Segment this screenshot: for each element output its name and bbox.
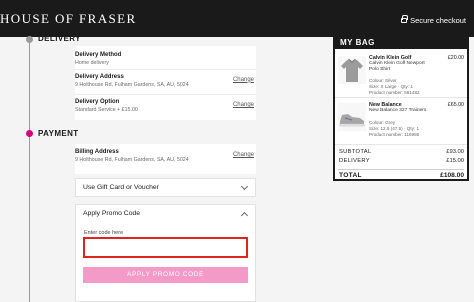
- change-delivery-address-link[interactable]: Change: [233, 77, 254, 83]
- delivery-summary-panel: Delivery Method Home delivery Delivery A…: [75, 46, 256, 120]
- promo-code-label: Apply Promo Code: [83, 210, 141, 217]
- lock-icon: [401, 15, 409, 23]
- item-colour: Colour: Silver: [369, 78, 397, 83]
- delivery-method-value: Home delivery: [75, 60, 109, 66]
- delivery-method-label: Delivery Method: [75, 52, 122, 58]
- promo-code-input[interactable]: [83, 237, 248, 258]
- billing-address-value: 9 Holthouse Rd, Fulham Gardens, SA, AU, …: [75, 157, 189, 163]
- bag-item: Calvin Klein Golf £20.00 Calvin Klein Go…: [335, 52, 467, 98]
- item-description: Calvin Klein Golf Newport Polo Shirt: [369, 61, 425, 72]
- top-bar: HOUSE OF FRASER Secure checkout: [0, 0, 474, 37]
- total-label: TOTAL: [339, 172, 362, 179]
- delivery-address-value: 9 Holthouse Rd, Fulham Gardens, SA, AU, …: [75, 82, 189, 88]
- subtotal-value: £93.00: [446, 149, 464, 155]
- item-price: £65.00: [447, 102, 464, 108]
- item-product-number: Product number: 116986: [369, 132, 420, 137]
- subtotal-row: SUBTOTAL £93.00: [335, 149, 467, 158]
- bag-item: New Balance £65.00 New Balance 327 Train…: [335, 99, 467, 145]
- item-description: New Balance 327 Trainers: [369, 108, 427, 113]
- my-bag-title: MY BAG: [340, 38, 375, 47]
- my-bag-panel: MY BAG Calvin Klein Golf £20.00 Calvin K…: [333, 34, 469, 181]
- delivery-option-row: Delivery Option Standard Service + £15.0…: [75, 95, 256, 120]
- delivery-option-value: Standard Service + £15.00: [75, 107, 138, 113]
- gift-card-label: Use Gift Card or Voucher: [83, 184, 159, 191]
- promo-code-body: Enter code here APPLY PROMO CODE: [75, 223, 256, 302]
- delivery-cost-value: £15.00: [446, 158, 464, 164]
- promo-input-label: Enter code here: [84, 230, 124, 236]
- total-value: £108.00: [440, 172, 464, 179]
- billing-address-row: Billing Address 9 Holthouse Rd, Fulham G…: [75, 144, 256, 174]
- totals-divider: [338, 169, 464, 170]
- chevron-up-icon: [240, 211, 249, 220]
- delivery-option-label: Delivery Option: [75, 99, 120, 105]
- delivery-step-title: DELIVERY: [38, 34, 81, 43]
- delivery-cost-row: DELIVERY £15.00: [335, 158, 467, 167]
- payment-step-dot: [26, 130, 33, 137]
- delivery-cost-label: DELIVERY: [339, 158, 370, 164]
- delivery-step-dot: [26, 36, 33, 43]
- promo-code-accordion[interactable]: Apply Promo Code: [75, 204, 256, 223]
- change-delivery-option-link[interactable]: Change: [233, 102, 254, 108]
- change-billing-address-link[interactable]: Change: [233, 152, 254, 158]
- item-price: £20.00: [447, 55, 464, 61]
- site-logo[interactable]: HOUSE OF FRASER: [0, 11, 137, 27]
- trainer-shoe-icon: [338, 103, 366, 131]
- my-bag-header: MY BAG: [335, 36, 467, 49]
- secure-checkout-text: Secure checkout: [410, 16, 466, 25]
- gift-card-accordion[interactable]: Use Gift Card or Voucher: [75, 178, 256, 197]
- item-product-number: Product number: 561482: [369, 90, 420, 95]
- total-row: TOTAL £108.00: [335, 172, 467, 181]
- billing-address-panel: Billing Address 9 Holthouse Rd, Fulham G…: [75, 144, 256, 174]
- item-colour: Colour: Grey: [369, 120, 396, 125]
- subtotal-label: SUBTOTAL: [339, 149, 372, 155]
- chevron-down-icon: [240, 182, 249, 191]
- item-size-qty: Size: 12.5 (47.5) · Qty: 1: [369, 126, 420, 131]
- secure-checkout-label: Secure checkout: [401, 15, 466, 25]
- delivery-method-row: Delivery Method Home delivery: [75, 46, 256, 70]
- polo-shirt-icon: [338, 56, 366, 84]
- delivery-address-row: Delivery Address 9 Holthouse Rd, Fulham …: [75, 70, 256, 95]
- checkout-progress-line: [29, 37, 30, 302]
- apply-promo-code-button[interactable]: APPLY PROMO CODE: [83, 267, 248, 283]
- delivery-address-label: Delivery Address: [75, 74, 124, 80]
- item-size-qty: Size: X Large · Qty: 1: [369, 84, 413, 89]
- billing-address-label: Billing Address: [75, 149, 119, 155]
- payment-step-title: PAYMENT: [38, 129, 79, 138]
